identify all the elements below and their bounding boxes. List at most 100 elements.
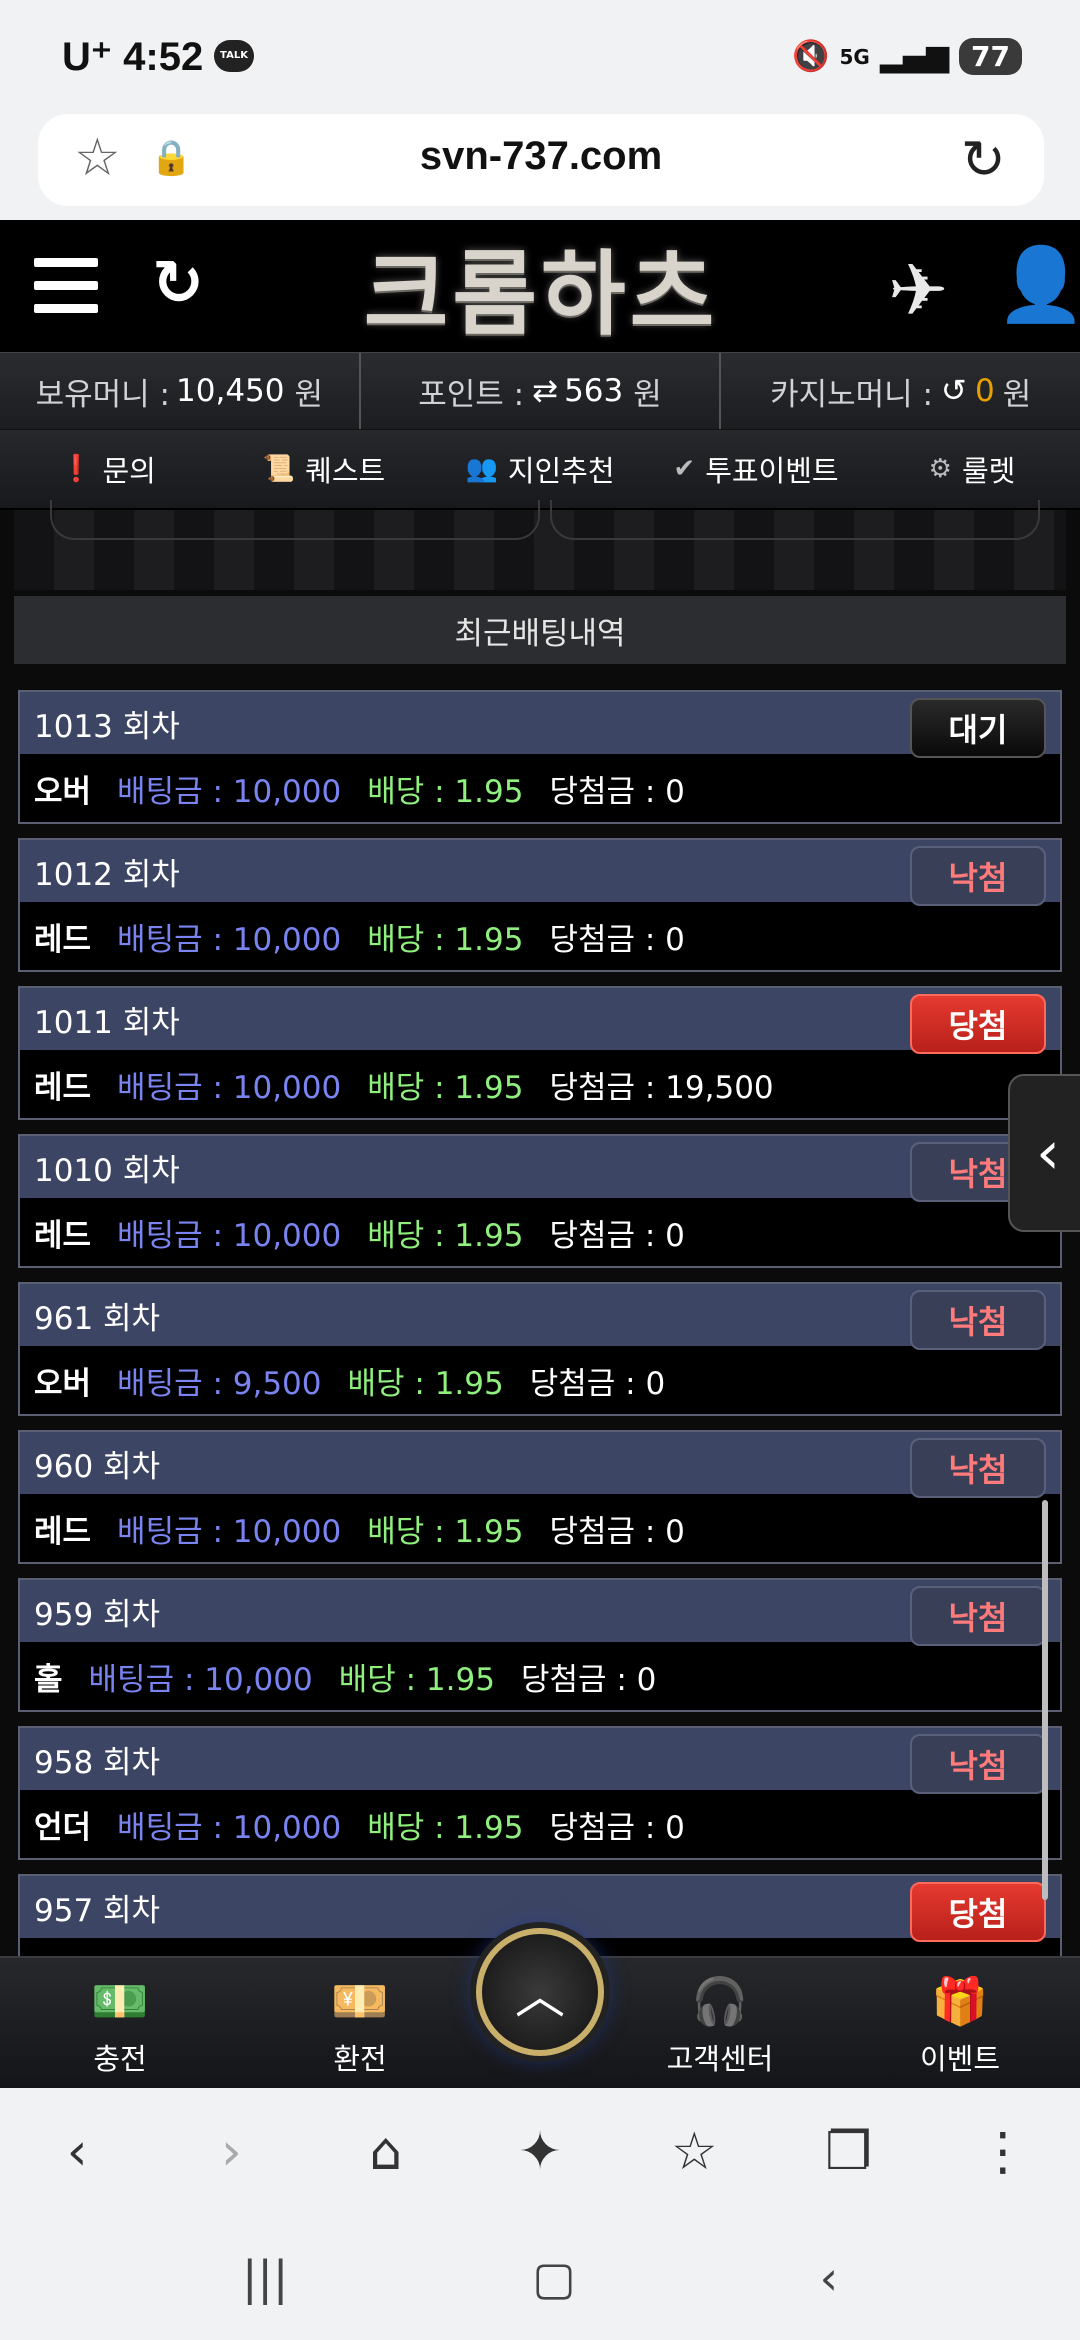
event-button[interactable]: 🎁 이벤트 [860, 1974, 1060, 2078]
bet-winnings: 당첨금 : 0 [529, 1365, 666, 1402]
browser-toolbar: ‹ › ⌂ ✦ ☆ ❐ ⋮ [0, 2088, 1080, 2216]
home-icon[interactable]: ⌂ [336, 2122, 436, 2182]
menu-inquiry[interactable]: ❗ 문의 [0, 430, 216, 508]
bet-details: 레드 배팅금 : 10,000 배당 : 1.95 당첨금 : 0 [20, 1494, 1060, 1562]
bet-status-badge: 낙첨 [910, 1290, 1046, 1350]
bet-amount: 배팅금 : 10,000 [117, 1809, 342, 1846]
points-value: 563 [564, 373, 624, 409]
support-label: 고객센터 [666, 2042, 774, 2076]
hamburger-menu-icon[interactable] [34, 258, 98, 316]
info-icon: ❗ [60, 454, 93, 484]
bet-status-badge: 낙첨 [910, 1734, 1046, 1794]
bet-card[interactable]: 958 회차 낙첨 언더 배팅금 : 10,000 배당 : 1.95 당첨금 … [18, 1726, 1062, 1860]
bet-winnings: 당첨금 : 19,500 [549, 1069, 774, 1106]
bet-pick: 오버 [34, 1365, 92, 1402]
side-panel-toggle-chevron-left-icon[interactable]: ‹ [1008, 1074, 1080, 1232]
refresh-icon[interactable]: ↻ [152, 246, 204, 319]
system-nav-bar: ||| ▢ ‹ [0, 2216, 1080, 2340]
bet-round: 961 회차 [20, 1284, 1060, 1346]
site-logo[interactable]: 크롬하츠 [336, 226, 746, 348]
system-back-icon[interactable]: ‹ [820, 2251, 838, 2305]
quest-icon: 📜 [262, 454, 296, 484]
signal-icon: ▂▄▆ [879, 39, 950, 74]
bet-odds: 배당 : 1.95 [367, 1217, 524, 1254]
scroll-top-chevron-up-icon[interactable]: ︿ [476, 1928, 604, 2056]
bet-status-badge: 대기 [910, 698, 1046, 758]
bet-round: 1012 회차 [20, 840, 1060, 902]
bottom-site-nav: 💵 충전 💴 환전 ︿ 🎧 고객센터 🎁 이벤트 [0, 1928, 1080, 2088]
bet-amount: 배팅금 : 10,000 [117, 1513, 342, 1550]
bet-odds: 배당 : 1.95 [367, 1069, 524, 1106]
points-label: 포인트 : [418, 376, 525, 413]
roulette-icon: ⚙ [928, 454, 952, 484]
url-text[interactable]: svn-737.com [38, 134, 1044, 179]
menu-roulette[interactable]: ⚙ 룰렛 [864, 430, 1080, 508]
site-header: ↻ 크롬하츠 ✈ 👤 [0, 220, 1080, 352]
bet-card[interactable]: 959 회차 낙첨 홀 배팅금 : 10,000 배당 : 1.95 당첨금 :… [18, 1578, 1062, 1712]
user-icon[interactable]: 👤 [996, 242, 1080, 327]
bet-winnings: 당첨금 : 0 [549, 773, 685, 810]
back-icon[interactable]: ‹ [27, 2122, 127, 2182]
bet-details: 레드 배팅금 : 10,000 배당 : 1.95 당첨금 : 0 [20, 902, 1060, 970]
menu-vote-event[interactable]: ✔ 투표이벤트 [648, 430, 864, 508]
withdraw-button[interactable]: 💴 환전 [260, 1974, 460, 2078]
bet-card[interactable]: 1012 회차 낙첨 레드 배팅금 : 10,000 배당 : 1.95 당첨금… [18, 838, 1062, 972]
bet-details: 언더 배팅금 : 10,000 배당 : 1.95 당첨금 : 0 [20, 1790, 1060, 1858]
bet-card[interactable]: 1010 회차 낙첨 레드 배팅금 : 10,000 배당 : 1.95 당첨금… [18, 1134, 1062, 1268]
exchange-icon[interactable]: ⇄ [532, 373, 558, 409]
bet-status-badge: 낙첨 [910, 846, 1046, 906]
points: 포인트 : ⇄ 563 원 [361, 353, 722, 429]
bookmarks-star-icon[interactable]: ☆ [644, 2122, 744, 2182]
bet-card[interactable]: 1011 회차 당첨 레드 배팅금 : 10,000 배당 : 1.95 당첨금… [18, 986, 1062, 1120]
bet-pick: 레드 [34, 921, 92, 958]
bet-pick: 언더 [34, 1809, 92, 1846]
tabs-icon[interactable]: ❐ [799, 2122, 899, 2182]
casino-money-unit: 원 [1002, 376, 1032, 413]
bet-odds: 배당 : 1.95 [367, 773, 524, 810]
casino-refresh-icon[interactable]: ↺ [941, 373, 967, 409]
sparkle-icon[interactable]: ✦ [490, 2122, 590, 2182]
bet-winnings: 당첨금 : 0 [549, 1513, 685, 1550]
reload-icon[interactable]: ↻ [961, 128, 1006, 191]
casino-money-value: 0 [974, 373, 995, 409]
bet-card[interactable]: 961 회차 낙첨 오버 배팅금 : 9,500 배당 : 1.95 당첨금 :… [18, 1282, 1062, 1416]
forward-icon[interactable]: › [181, 2122, 281, 2182]
bet-details: 레드 배팅금 : 10,000 배당 : 1.95 당첨금 : 19,500 [20, 1050, 1060, 1118]
event-label: 이벤트 [919, 2042, 1001, 2076]
menu-referral[interactable]: 👥 지인추천 [432, 430, 648, 508]
bet-card[interactable]: 960 회차 낙첨 레드 배팅금 : 10,000 배당 : 1.95 당첨금 … [18, 1430, 1062, 1564]
money-bar: 보유머니 : 10,450 원 포인트 : ⇄ 563 원 카지노머니 : ↺ … [0, 352, 1080, 430]
address-bar[interactable]: ☆ 🔒 svn-737.com ↻ [38, 114, 1044, 206]
bet-round: 1011 회차 [20, 988, 1060, 1050]
status-icons: 🔇 5G ▂▄▆ 77 [792, 38, 1022, 75]
battery-indicator: 77 [959, 38, 1022, 75]
bet-pick: 레드 [34, 1513, 92, 1550]
support-button[interactable]: 🎧 고객센터 [620, 1974, 820, 2078]
menu-inquiry-label: 문의 [102, 454, 156, 488]
menu-roulette-label: 룰렛 [961, 454, 1016, 488]
decor-tab-right [550, 500, 1040, 540]
more-options-icon[interactable]: ⋮ [953, 2122, 1053, 2182]
bet-winnings: 당첨금 : 0 [520, 1661, 657, 1698]
bet-amount: 배팅금 : 10,000 [88, 1661, 313, 1698]
withdraw-icon: 💴 [331, 1974, 389, 2028]
menu-quest[interactable]: 📜 퀘스트 [216, 430, 432, 508]
bet-winnings: 당첨금 : 0 [549, 921, 685, 958]
home-button-icon[interactable]: ▢ [532, 2251, 575, 2305]
recent-apps-icon[interactable]: ||| [242, 2251, 289, 2305]
bet-status-badge: 당첨 [910, 994, 1046, 1054]
bet-status-badge: 낙첨 [910, 1586, 1046, 1646]
menu-quest-label: 퀘스트 [305, 454, 386, 488]
deposit-button[interactable]: 💵 충전 [20, 1974, 220, 2078]
status-bar: U⁺ 4:52 TALK 🔇 5G ▂▄▆ 77 [0, 0, 1080, 114]
kakaotalk-icon: TALK [214, 40, 254, 72]
telegram-icon[interactable]: ✈ [888, 248, 948, 332]
bet-card[interactable]: 1013 회차 대기 오버 배팅금 : 10,000 배당 : 1.95 당첨금… [18, 690, 1062, 824]
bet-round: 1010 회차 [20, 1136, 1060, 1198]
scrollbar[interactable] [1042, 1500, 1048, 1900]
bet-round: 958 회차 [20, 1728, 1060, 1790]
gift-icon: 🎁 [931, 1974, 989, 2028]
points-unit: 원 [633, 376, 662, 413]
bet-details: 오버 배팅금 : 10,000 배당 : 1.95 당첨금 : 0 [20, 754, 1060, 822]
decor-tab-left [50, 500, 540, 540]
